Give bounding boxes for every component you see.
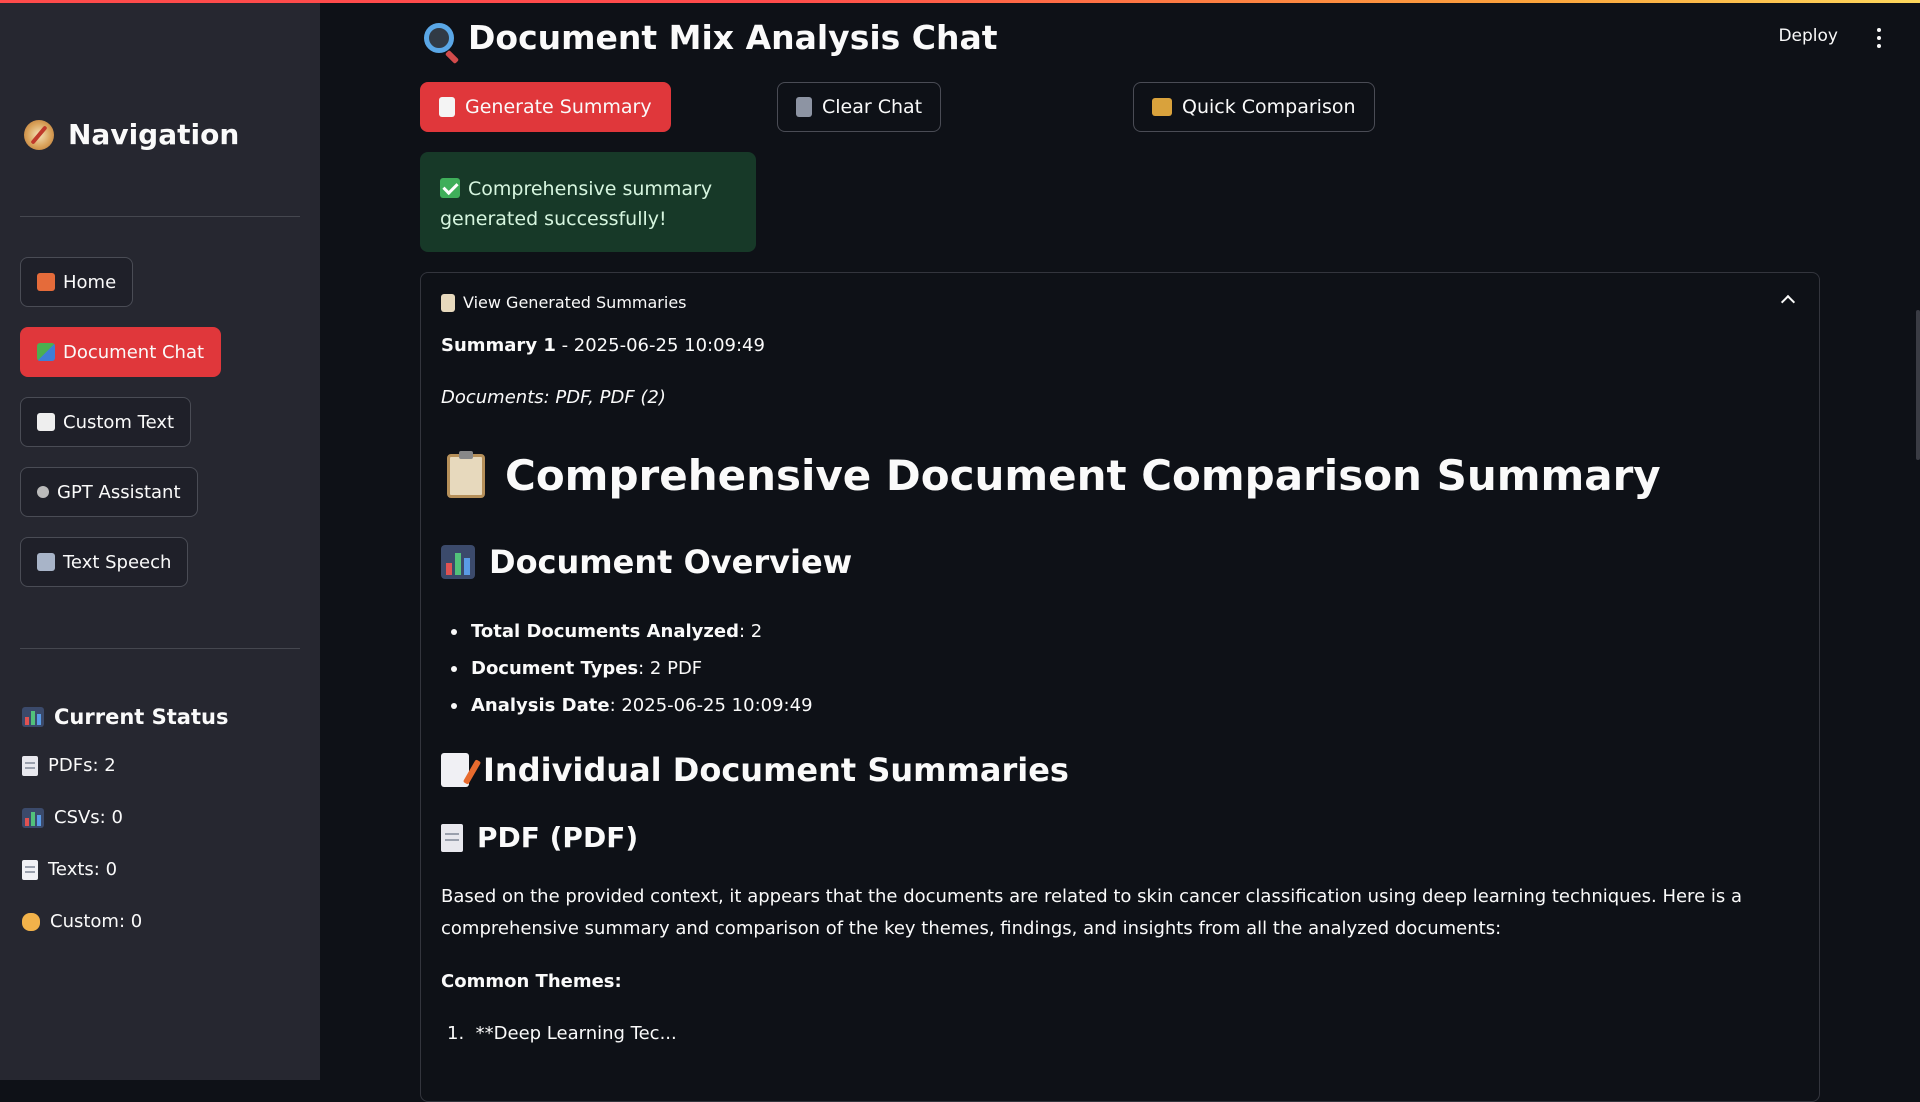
summary-heading: Comprehensive Document Comparison Summar… <box>447 450 1661 500</box>
summary-heading-text: Comprehensive Document Comparison Summar… <box>505 451 1661 500</box>
bar-chart-icon <box>22 707 44 727</box>
clipboard-icon <box>447 450 485 498</box>
house-icon <box>37 273 55 291</box>
main-content: Document Mix Analysis Chat Deploy Genera… <box>320 0 1920 1102</box>
page-title: Document Mix Analysis Chat <box>424 18 998 57</box>
overview-list: Total Documents Analyzed: 2 Document Typ… <box>449 613 813 724</box>
sidebar: Navigation Home Document Chat Custom Tex… <box>0 0 320 1080</box>
bar-chart-icon <box>441 545 475 579</box>
status-custom: Custom: 0 <box>22 911 142 932</box>
status-custom-text: Custom: 0 <box>50 911 143 932</box>
status-pdfs: PDFs: 2 <box>22 755 116 776</box>
sidebar-title-text: Navigation <box>68 118 240 151</box>
list-item-value: : 2025-06-25 10:09:49 <box>609 695 813 716</box>
sidebar-divider <box>20 648 300 649</box>
sidebar-item-text-speech[interactable]: Text Speech <box>20 537 189 587</box>
clipboard-icon <box>441 293 455 312</box>
status-texts-text: Texts: 0 <box>48 859 118 880</box>
status-heading: Current Status <box>22 705 228 729</box>
summaries-expander: View Generated Summaries Summary 1 - 202… <box>420 272 1820 1102</box>
sidebar-item-label: Custom Text <box>63 411 175 433</box>
list-item-value: : 2 PDF <box>638 658 703 679</box>
list-item-key: Total Documents Analyzed <box>471 621 739 642</box>
scales-icon <box>1152 98 1172 116</box>
list-item-value: : 2 <box>738 621 763 642</box>
page-icon <box>22 755 38 776</box>
sidebar-divider <box>20 216 300 217</box>
status-pdfs-text: PDFs: 2 <box>48 755 116 776</box>
common-themes-label: Common Themes: <box>441 971 622 992</box>
sidebar-title: Navigation <box>24 118 239 151</box>
list-item: Total Documents Analyzed: 2 <box>449 613 813 650</box>
books-icon <box>37 343 55 361</box>
list-item: Document Types: 2 PDF <box>449 650 813 687</box>
expander-header[interactable]: View Generated Summaries <box>441 293 687 312</box>
page-icon <box>441 823 463 852</box>
status-csvs: CSVs: 0 <box>22 807 123 828</box>
expander-label: View Generated Summaries <box>463 293 687 312</box>
status-heading-text: Current Status <box>54 705 229 729</box>
sidebar-item-label: Document Chat <box>63 341 205 363</box>
pdf-heading-text: PDF (PDF) <box>477 821 639 854</box>
list-item: Analysis Date: 2025-06-25 10:09:49 <box>449 687 813 724</box>
sidebar-item-custom-text[interactable]: Custom Text <box>20 397 192 447</box>
memo-icon <box>439 97 455 117</box>
memo-icon <box>37 413 55 431</box>
sidebar-item-label: Home <box>63 271 117 293</box>
quick-comparison-label: Quick Comparison <box>1182 96 1356 118</box>
list-number: 1. <box>447 1023 465 1044</box>
memo-icon <box>441 753 469 787</box>
page-title-text: Document Mix Analysis Chat <box>468 18 998 57</box>
top-decoration-stripe <box>0 0 1920 3</box>
individual-summaries-heading: Individual Document Summaries <box>441 751 1069 789</box>
success-alert: Comprehensive summary generated successf… <box>420 152 756 252</box>
quick-comparison-button[interactable]: Quick Comparison <box>1133 82 1375 132</box>
main-menu-icon[interactable] <box>1876 28 1882 48</box>
clear-chat-button[interactable]: Clear Chat <box>777 82 942 132</box>
summary-label: Summary 1 <box>441 335 556 356</box>
success-alert-text: Comprehensive summary generated successf… <box>440 178 713 230</box>
overview-heading: Document Overview <box>441 543 852 581</box>
generate-summary-button[interactable]: Generate Summary <box>420 82 671 132</box>
sidebar-item-label: GPT Assistant <box>57 481 181 503</box>
sidebar-item-home[interactable]: Home <box>20 257 134 307</box>
chevron-up-icon[interactable] <box>1780 294 1796 310</box>
overview-heading-text: Document Overview <box>489 543 853 581</box>
summary-documents: Documents: PDF, PDF (2) <box>441 387 666 408</box>
summary-paragraph: Based on the provided context, it appear… <box>441 886 1742 939</box>
wastebasket-icon <box>796 97 812 117</box>
scrollbar[interactable] <box>1916 310 1920 460</box>
compass-icon <box>24 119 54 150</box>
writing-hand-icon <box>22 912 40 931</box>
magnifier-icon <box>424 22 454 53</box>
clear-chat-label: Clear Chat <box>822 96 923 118</box>
list-item-text: **Deep Learning Tec... <box>475 1023 677 1044</box>
list-item-key: Analysis Date <box>471 695 610 716</box>
sidebar-item-label: Text Speech <box>63 551 172 573</box>
speaker-icon <box>37 553 55 571</box>
sidebar-item-gpt-assistant[interactable]: GPT Assistant <box>20 467 198 517</box>
list-item: 1. **Deep Learning Tec... <box>447 1023 677 1044</box>
check-mark-icon <box>440 178 460 198</box>
deploy-button[interactable]: Deploy <box>1778 26 1838 46</box>
summary-meta: Summary 1 - 2025-06-25 10:09:49 <box>441 335 765 356</box>
individual-summaries-heading-text: Individual Document Summaries <box>483 751 1069 789</box>
pdf-heading: PDF (PDF) <box>441 821 638 854</box>
status-csvs-text: CSVs: 0 <box>54 807 123 828</box>
list-item-key: Document Types <box>471 658 639 679</box>
sidebar-item-document-chat[interactable]: Document Chat <box>20 327 222 377</box>
robot-icon <box>37 486 49 498</box>
generate-summary-label: Generate Summary <box>465 96 652 118</box>
status-texts: Texts: 0 <box>22 859 117 880</box>
memo-icon <box>22 859 38 880</box>
summary-time: - 2025-06-25 10:09:49 <box>555 335 765 356</box>
bar-chart-icon <box>22 807 44 828</box>
